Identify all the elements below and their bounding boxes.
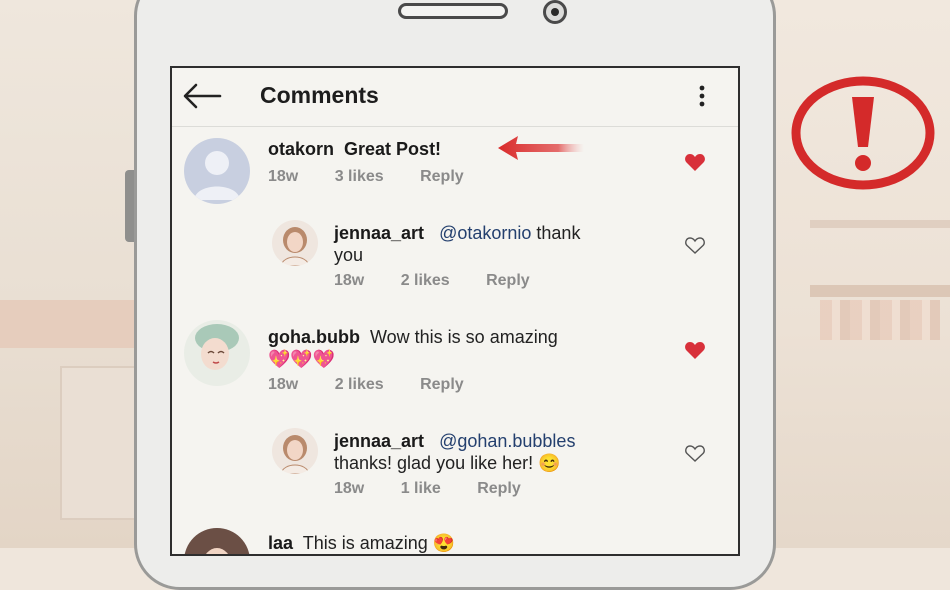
comment-body: thanks! glad you like her! 😊 [334, 453, 561, 473]
comment-likes[interactable]: 2 likes [335, 376, 384, 393]
comment-body-continued: you [334, 245, 364, 265]
more-vertical-icon[interactable] [692, 84, 712, 108]
reply-button[interactable]: Reply [486, 272, 530, 289]
comment-text: jennaa_art @gohan.bubbles thanks! glad y… [334, 430, 575, 474]
comment-text: laa This is amazing 😍 [268, 532, 455, 554]
comment-username[interactable]: laa [268, 533, 293, 553]
illustrated-avatar [206, 548, 228, 554]
reply-button[interactable]: Reply [420, 376, 464, 393]
avatar[interactable] [272, 428, 318, 474]
avatar[interactable] [272, 220, 318, 266]
comment-text: goha.bubb Wow this is so amazing 💖💖💖 [268, 326, 558, 370]
annotation-arrow-icon [498, 136, 584, 160]
mention-link[interactable]: @gohan.bubbles [439, 431, 575, 451]
phone-camera [543, 0, 567, 24]
comment-text: jennaa_art @otakornio thank you [334, 222, 580, 266]
comment-username[interactable]: jennaa_art [334, 223, 424, 243]
comment-body: This is amazing 😍 [302, 533, 456, 553]
heart-filled-icon[interactable] [684, 340, 706, 360]
background-books [820, 300, 940, 340]
comment-text: otakorn Great Post! [268, 138, 441, 160]
comment-meta: 18w 1 like Reply [334, 480, 553, 498]
comment-likes[interactable]: 1 like [401, 480, 441, 497]
phone-screen: Comments otakorn Great Post! 18w 3 likes… [170, 66, 740, 556]
comment-age: 18w [334, 480, 365, 497]
alert-icon [791, 76, 935, 190]
comment-username[interactable]: otakorn [268, 139, 334, 159]
back-arrow-icon[interactable] [182, 82, 222, 110]
illustrated-avatar [280, 435, 310, 474]
phone-speaker [398, 3, 508, 19]
comment-age: 18w [268, 168, 299, 185]
comments-header: Comments [172, 68, 738, 127]
page-title: Comments [260, 82, 379, 108]
avatar[interactable] [184, 320, 250, 386]
background-shelf [810, 285, 950, 297]
comment-emoji: 💖💖💖 [268, 349, 336, 369]
illustrated-avatar [195, 324, 239, 370]
reply-button[interactable]: Reply [477, 480, 521, 497]
comment-body: Great Post! [344, 139, 442, 159]
heart-filled-icon[interactable] [684, 152, 706, 172]
heart-outline-icon[interactable] [684, 235, 706, 255]
reply-button[interactable]: Reply [420, 168, 464, 185]
background-shelf [0, 300, 150, 348]
comment-body: Wow this is so amazing [370, 327, 558, 347]
comment-meta: 18w 2 likes Reply [334, 272, 562, 290]
comment-username[interactable]: jennaa_art [334, 431, 424, 451]
avatar[interactable] [184, 138, 250, 204]
comment-username[interactable]: goha.bubb [268, 327, 360, 347]
default-avatar-icon [194, 151, 240, 200]
comment-meta: 18w 2 likes Reply [268, 376, 496, 394]
comment-age: 18w [268, 376, 299, 393]
comment-age: 18w [334, 272, 365, 289]
heart-outline-icon[interactable] [684, 443, 706, 463]
mention-link[interactable]: @otakornio [439, 223, 531, 243]
comment-body: thank [536, 223, 581, 243]
comment-likes[interactable]: 2 likes [401, 272, 450, 289]
comment-likes[interactable]: 3 likes [335, 168, 384, 185]
illustrated-avatar [280, 227, 310, 266]
comment-meta: 18w 3 likes Reply [268, 168, 496, 186]
avatar[interactable] [184, 528, 250, 554]
background-shelf [810, 220, 950, 228]
